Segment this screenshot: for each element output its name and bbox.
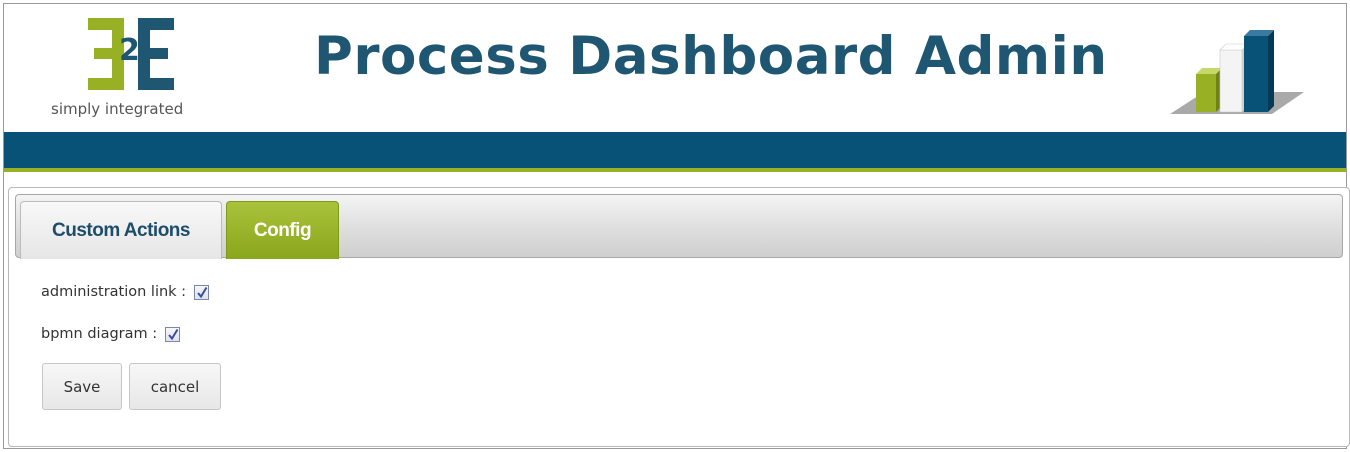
logo-tagline: simply integrated xyxy=(51,100,184,118)
header-green-line xyxy=(4,168,1346,172)
administration-link-label: administration link : xyxy=(41,284,187,300)
company-logo: 2 simply integrated xyxy=(48,16,218,126)
bpmn-diagram-label: bpmn diagram : xyxy=(41,326,158,342)
checkmark-icon xyxy=(168,328,179,340)
svg-text:2: 2 xyxy=(119,33,140,68)
checkmark-icon xyxy=(197,286,208,298)
bar-chart-icon xyxy=(1170,30,1304,114)
header: 2 simply integrated Process Dashboard Ad… xyxy=(4,4,1346,132)
tab-bar: Custom Actions Config xyxy=(15,194,1343,259)
bpmn-diagram-checkbox[interactable] xyxy=(165,326,181,342)
administration-link-checkbox[interactable] xyxy=(194,284,210,300)
page-title: Process Dashboard Admin xyxy=(314,26,1108,87)
e2e-logo-icon: 2 xyxy=(88,18,174,90)
bpmn-diagram-row: bpmn diagram : xyxy=(41,326,181,342)
tab-config[interactable]: Config xyxy=(226,201,339,259)
tab-custom-actions[interactable]: Custom Actions xyxy=(20,201,222,259)
save-button[interactable]: Save xyxy=(42,363,122,410)
header-blue-band xyxy=(4,132,1346,168)
admin-panel: Custom Actions Config administration lin… xyxy=(8,187,1350,447)
cancel-button[interactable]: cancel xyxy=(129,363,221,410)
administration-link-row: administration link : xyxy=(41,284,210,300)
